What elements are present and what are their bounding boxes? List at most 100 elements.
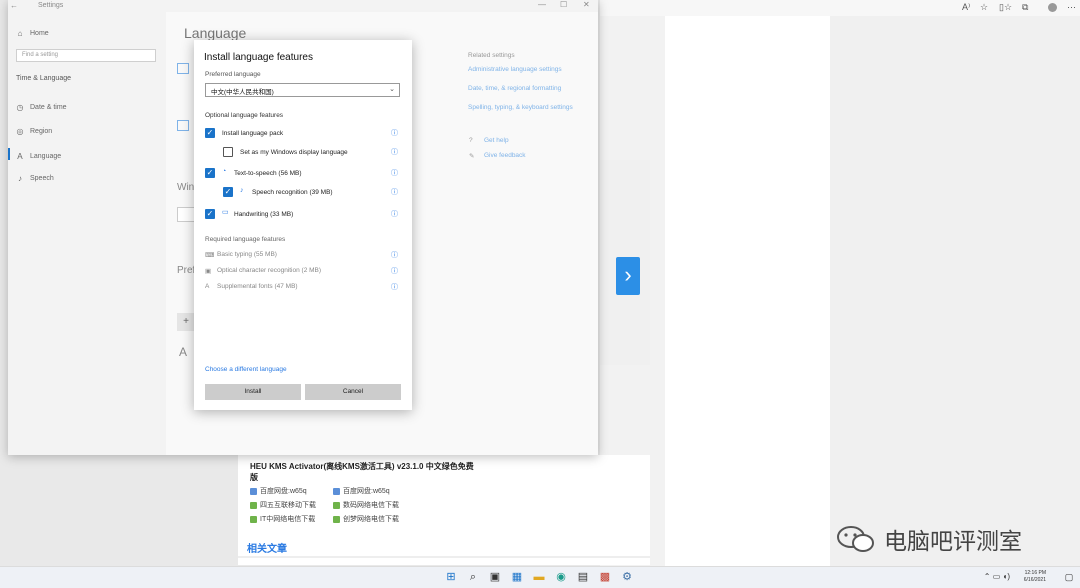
text-to-speech-label: Text-to-speech (56 MB) — [234, 170, 302, 177]
microphone-icon: ♪ — [18, 174, 22, 183]
required-features-label: Required language features — [205, 236, 286, 243]
info-icon[interactable]: ⓘ — [391, 282, 398, 292]
handwriting-icon: ▭ — [222, 209, 229, 216]
search-icon[interactable]: ⌕ — [466, 570, 480, 584]
taskbar: ⊞ ⌕ ▣ ▦ ▬ ◉ ▤ ▩ ⚙ ⌃ ▭ ◖) 12:16 PM 6/16/2… — [0, 566, 1080, 588]
speech-recognition-label: Speech recognition (39 MB) — [252, 189, 333, 196]
language-glyph-icon: A — [179, 345, 188, 359]
related-articles-heading: 相关文章 — [247, 544, 287, 555]
webpage-right-margin — [830, 16, 1080, 566]
globe-icon: ◎ — [16, 127, 24, 136]
wechat-logo-icon — [837, 526, 874, 552]
microphone-icon: ♪ — [240, 187, 244, 194]
section-heading-fragment: Pref — [177, 265, 196, 276]
favorite-icon[interactable]: ☆ — [980, 2, 988, 13]
settings-gear-icon[interactable]: ⚙ — [620, 570, 634, 584]
edge-icon[interactable]: ◉ — [554, 570, 568, 584]
sidebar-item-region[interactable]: ◎ Region — [16, 127, 53, 136]
info-icon[interactable]: ⓘ — [391, 187, 398, 197]
start-icon[interactable]: ⊞ — [444, 570, 458, 584]
window-title: Settings — [38, 2, 64, 9]
selection-indicator — [8, 148, 10, 160]
give-feedback-link[interactable]: Give feedback — [484, 152, 526, 159]
search-input[interactable]: Find a setting — [16, 49, 156, 62]
related-link-admin[interactable]: Administrative language settings — [468, 66, 562, 73]
carousel-next-button[interactable]: › — [616, 257, 640, 295]
info-icon[interactable]: ⓘ — [391, 209, 398, 219]
sidebar-item-home[interactable]: ⌂ Home — [16, 29, 49, 38]
sidebar-item-language[interactable]: Ａ Language — [16, 151, 61, 162]
handwriting-checkbox[interactable]: ✓ — [205, 209, 215, 219]
read-aloud-icon[interactable]: A⁾ — [962, 2, 970, 13]
watermark-text: 电脑吧评测室 — [884, 529, 1022, 555]
required-feature: Optical character recognition (2 MB) — [217, 267, 322, 274]
collections-icon[interactable]: ⧉ — [1022, 2, 1028, 13]
feedback-icon: ✎ — [469, 153, 475, 160]
title-bar: ← Settings — ☐ ✕ — [8, 0, 598, 12]
minimize-button[interactable]: — — [538, 0, 546, 9]
download-link[interactable]: 创梦网络电信下载 — [333, 514, 399, 524]
close-button[interactable]: ✕ — [583, 0, 590, 9]
text-to-speech-checkbox[interactable]: ✓ — [205, 168, 215, 178]
info-icon[interactable]: ⓘ — [391, 168, 398, 178]
sidebar-item-speech[interactable]: ♪ Speech — [16, 174, 54, 183]
help-icon: ? — [469, 137, 473, 144]
related-link-date[interactable]: Date, time, & regional formatting — [468, 85, 561, 92]
speech-recognition-checkbox[interactable]: ✓ — [223, 187, 233, 197]
required-feature: Supplemental fonts (47 MB) — [217, 283, 298, 290]
clock[interactable]: 12:16 PM 6/16/2021 — [1024, 570, 1046, 584]
webpage-content — [665, 16, 830, 566]
article-card: HEU KMS Activator(离线KMS激活工具) v23.1.0 中文绿… — [238, 455, 650, 565]
back-arrow-icon[interactable]: ← — [10, 1, 18, 10]
info-icon[interactable]: ⓘ — [391, 250, 398, 260]
store-icon[interactable]: ▤ — [576, 570, 590, 584]
profile-avatar[interactable] — [1048, 3, 1057, 12]
watermark: 电脑吧评测室 — [836, 522, 1022, 556]
required-feature: Basic typing (55 MB) — [217, 251, 277, 258]
ocr-icon: ▣ — [205, 268, 212, 275]
sidebar-item-date-time[interactable]: ◷ Date & time — [16, 103, 67, 112]
download-link[interactable]: 百度网盘:w65q — [250, 486, 307, 496]
file-explorer-icon[interactable]: ▬ — [532, 570, 546, 584]
info-icon[interactable]: ⓘ — [391, 266, 398, 276]
section-heading-fragment: Win — [177, 182, 195, 193]
choose-different-language-link[interactable]: Choose a different language — [205, 366, 287, 373]
preferred-language-select[interactable]: 中文(中华人民共和国) ⌄ — [205, 83, 400, 97]
task-view-icon[interactable]: ▣ — [488, 570, 502, 584]
language-icon: Ａ — [16, 152, 24, 161]
cancel-button[interactable]: Cancel — [305, 384, 401, 400]
font-icon: A — [205, 283, 210, 290]
handwriting-label: Handwriting (33 MB) — [234, 211, 294, 218]
divider — [238, 556, 650, 558]
preferred-language-label: Preferred language — [205, 71, 261, 78]
article-title[interactable]: HEU KMS Activator(离线KMS激活工具) v23.1.0 中文绿… — [250, 461, 475, 483]
add-language-button[interactable]: + — [177, 313, 195, 331]
info-icon[interactable]: ⓘ — [391, 128, 398, 138]
more-icon[interactable]: ⋯ — [1067, 2, 1076, 13]
notifications-icon[interactable]: ▢ — [1062, 570, 1076, 584]
home-icon: ⌂ — [17, 29, 23, 38]
download-link[interactable]: 四五互联移动下载 — [250, 500, 316, 510]
get-help-link[interactable]: Get help — [484, 137, 509, 144]
windows-display-icon — [177, 63, 189, 74]
category-heading: Time & Language — [16, 75, 71, 82]
download-link[interactable]: 数码网络电信下载 — [333, 500, 399, 510]
maximize-button[interactable]: ☐ — [560, 0, 567, 9]
keyboard-icon: ⌨ — [205, 252, 215, 259]
download-link[interactable]: IT中网络电信下载 — [250, 514, 315, 524]
page-title: Language — [184, 25, 247, 41]
install-language-pack-checkbox[interactable]: ✓ — [205, 128, 215, 138]
browser-toolbar: A⁾ ☆ ▯ ☆ ⧉ ⋯ — [600, 0, 1080, 17]
info-icon[interactable]: ⓘ — [391, 147, 398, 157]
display-language-checkbox[interactable] — [223, 147, 233, 157]
app-icon[interactable]: ▩ — [598, 570, 612, 584]
related-link-spelling[interactable]: Spelling, typing, & keyboard settings — [468, 104, 573, 111]
dialog-title: Install language features — [204, 52, 313, 63]
widgets-icon[interactable]: ▦ — [510, 570, 524, 584]
system-tray[interactable]: ⌃ ▭ ◖) — [984, 572, 1010, 581]
related-settings-heading: Related settings — [468, 52, 515, 59]
download-link[interactable]: 百度网盘:w65q — [333, 486, 390, 496]
favorites-list-icon[interactable]: ☆ — [1004, 2, 1012, 13]
install-button[interactable]: Install — [205, 384, 301, 400]
install-language-dialog: Install language features Preferred lang… — [194, 40, 412, 410]
